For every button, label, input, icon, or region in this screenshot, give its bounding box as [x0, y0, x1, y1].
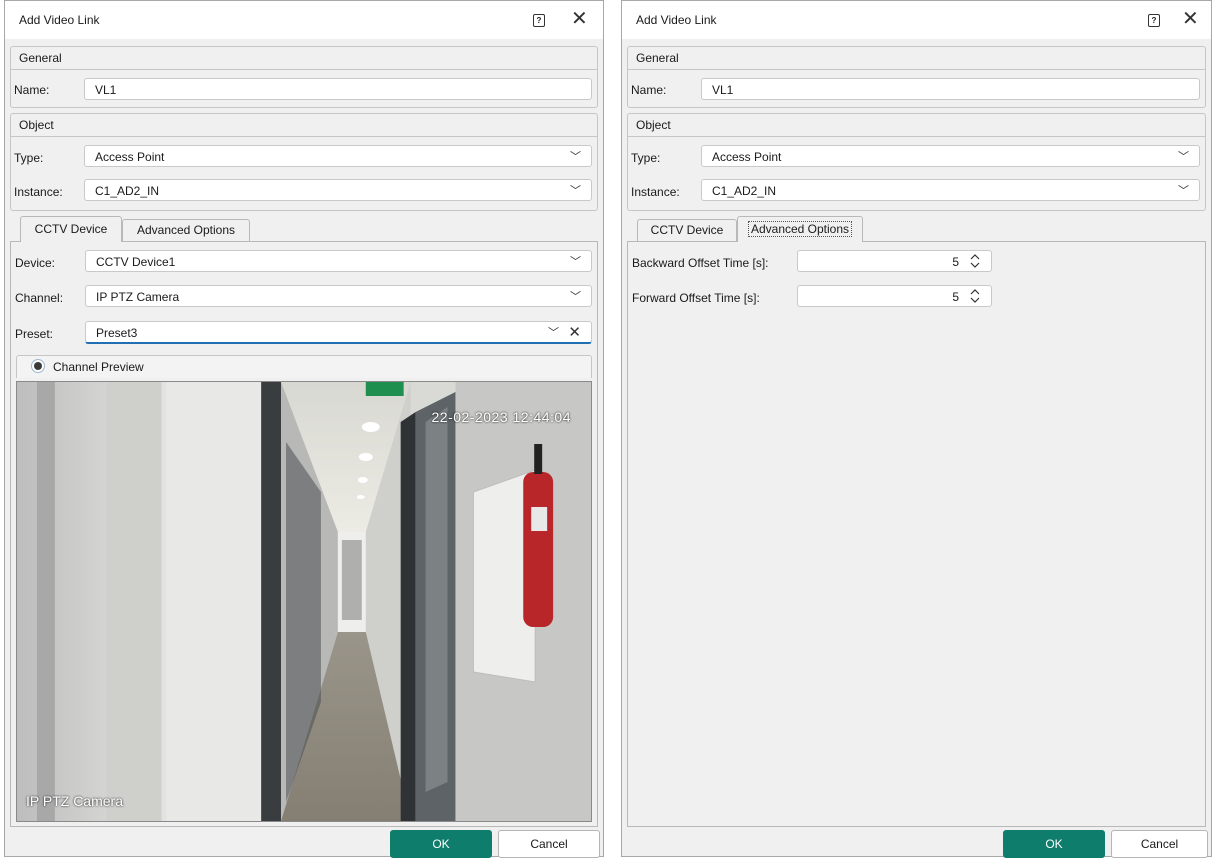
type-value: Access Point [95, 150, 165, 164]
tab-advanced-options-label: Advanced Options [747, 221, 853, 237]
name-label: Name: [631, 83, 667, 97]
general-group: General Name: VL1 [10, 46, 598, 108]
add-video-link-dialog-cctv: Add Video Link ? ✕ General Name: VL1 Obj… [4, 0, 604, 858]
object-group-title: Object [636, 118, 671, 132]
title-bar: Add Video Link ? ✕ [622, 1, 1211, 39]
dialog-title: Add Video Link [19, 13, 100, 27]
channel-preview-title: Channel Preview [53, 360, 144, 374]
osd-timestamp: 22-02-2023 12:44:04 [431, 409, 571, 425]
name-input[interactable]: VL1 [701, 78, 1200, 100]
general-group-title: General [636, 51, 679, 65]
tab-advanced-options-label: Advanced Options [136, 223, 236, 237]
channel-label: Channel: [15, 291, 64, 305]
tab-cctv-device-label: CCTV Device [650, 223, 724, 237]
title-bar: Add Video Link ? ✕ [5, 1, 603, 39]
chevron-down-icon[interactable]: ﹀ [570, 148, 581, 164]
dialog-title: Add Video Link [636, 13, 717, 27]
type-value: Access Point [712, 150, 782, 164]
tab-advanced-options[interactable]: Advanced Options [737, 216, 863, 242]
clear-icon[interactable]: ✕ [568, 323, 581, 341]
chevron-down-icon[interactable]: ﹀ [570, 288, 581, 304]
forward-offset-value: 5 [952, 290, 959, 304]
forward-offset-spinbox[interactable]: 5 [797, 285, 992, 307]
type-label: Type: [14, 151, 44, 165]
add-video-link-dialog-advanced: Add Video Link ? ✕ General Name: VL1 Obj… [621, 0, 1212, 858]
chevron-down-icon[interactable]: ﹀ [548, 324, 559, 340]
object-group-title: Object [19, 118, 54, 132]
backward-offset-label: Backward Offset Time [s]: [632, 256, 769, 270]
preset-select[interactable]: Preset3 ﹀ ✕ [85, 321, 592, 344]
cancel-button[interactable]: Cancel [1111, 830, 1208, 858]
tab-bar: CCTV Device Advanced Options [627, 216, 1206, 242]
name-value: VL1 [95, 83, 117, 97]
type-label: Type: [631, 151, 661, 165]
name-value: VL1 [712, 83, 734, 97]
device-value: CCTV Device1 [96, 255, 176, 269]
camera-preview-image: 22-02-2023 12:44:04 IP PTZ Camera [16, 381, 592, 822]
name-label: Name: [14, 83, 50, 97]
channel-select[interactable]: IP PTZ Camera ﹀ [85, 285, 592, 307]
corridor-image [17, 382, 591, 821]
instance-select[interactable]: C1_AD2_IN ﹀ [701, 179, 1200, 201]
preset-value: Preset3 [96, 326, 138, 340]
tab-cctv-device-label: CCTV Device [34, 222, 108, 236]
chevron-down-icon[interactable]: ﹀ [1178, 182, 1189, 198]
instance-select[interactable]: C1_AD2_IN ﹀ [84, 179, 592, 201]
object-group-header: Object [11, 114, 597, 137]
instance-label: Instance: [631, 185, 680, 199]
ok-button[interactable]: OK [1003, 830, 1105, 858]
type-select[interactable]: Access Point ﹀ [701, 145, 1200, 167]
device-label: Device: [15, 256, 56, 270]
preset-label: Preset: [15, 327, 54, 341]
general-group-header: General [628, 47, 1205, 70]
channel-preview-header: Channel Preview [16, 355, 592, 378]
tab-cctv-device[interactable]: CCTV Device [637, 219, 737, 241]
object-group: Object Type: Access Point ﹀ Instance: C1… [627, 113, 1206, 211]
chevron-down-icon[interactable]: ﹀ [1178, 148, 1189, 164]
tab-advanced-options[interactable]: Advanced Options [122, 219, 250, 241]
object-group: Object Type: Access Point ﹀ Instance: C1… [10, 113, 598, 211]
tab-cctv-device[interactable]: CCTV Device [20, 216, 122, 242]
help-icon[interactable]: ? [533, 14, 545, 27]
backward-offset-spinbox[interactable]: 5 [797, 250, 992, 272]
backward-offset-value: 5 [952, 255, 959, 269]
advanced-tab-pane: Backward Offset Time [s]: 5 Forward Offs… [627, 241, 1206, 827]
tab-bar: CCTV Device Advanced Options [10, 216, 598, 242]
general-group: General Name: VL1 [627, 46, 1206, 108]
general-group-title: General [19, 51, 62, 65]
forward-offset-label: Forward Offset Time [s]: [632, 291, 760, 305]
eye-icon [34, 362, 42, 370]
type-select[interactable]: Access Point ﹀ [84, 145, 592, 167]
instance-value: C1_AD2_IN [95, 184, 160, 198]
object-group-header: Object [628, 114, 1205, 137]
channel-value: IP PTZ Camera [96, 290, 180, 304]
spinner-icon[interactable] [969, 288, 981, 304]
chevron-down-icon[interactable]: ﹀ [570, 182, 581, 198]
help-icon[interactable]: ? [1148, 14, 1160, 27]
chevron-down-icon[interactable]: ﹀ [570, 253, 581, 269]
cancel-button[interactable]: Cancel [498, 830, 600, 858]
osd-camera-name: IP PTZ Camera [26, 793, 123, 809]
general-group-header: General [11, 47, 597, 70]
instance-label: Instance: [14, 185, 63, 199]
spinner-icon[interactable] [969, 253, 981, 269]
name-input[interactable]: VL1 [84, 78, 592, 100]
close-icon[interactable]: ✕ [571, 7, 588, 31]
device-select[interactable]: CCTV Device1 ﹀ [85, 250, 592, 272]
instance-value: C1_AD2_IN [712, 184, 777, 198]
close-icon[interactable]: ✕ [1182, 7, 1199, 31]
ok-button[interactable]: OK [390, 830, 492, 858]
